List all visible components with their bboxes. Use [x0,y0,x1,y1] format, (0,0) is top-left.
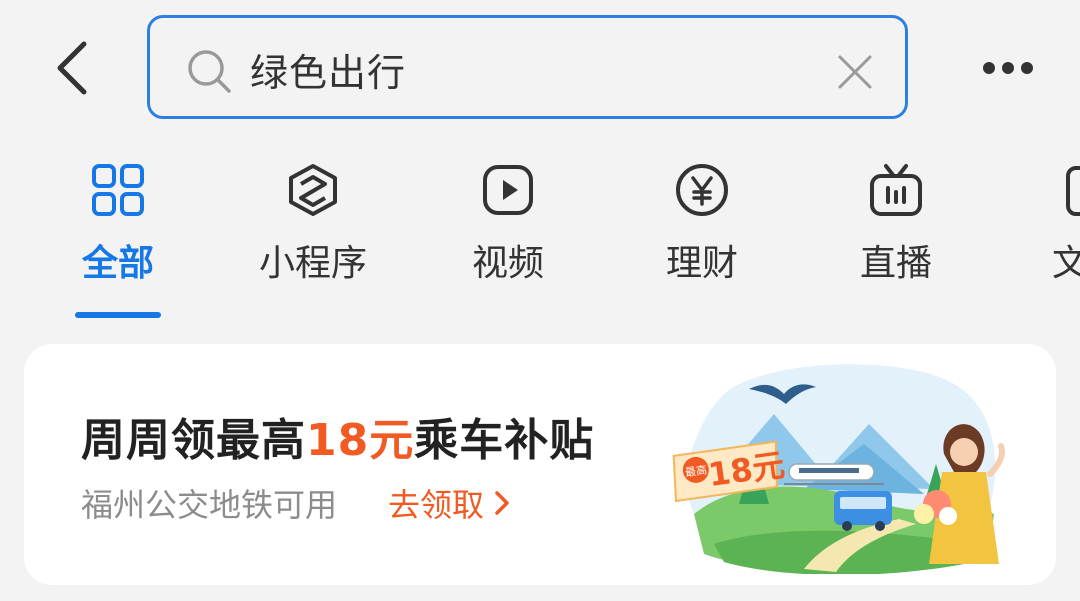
tab-live[interactable]: 直播 [816,160,976,300]
tab-label: 文 [1052,243,1080,284]
mini-program-icon [289,164,337,216]
tab-label: 视频 [471,243,544,284]
promo-illustration: 最高 18元 [672,364,1005,574]
more-options-button[interactable] [972,44,1044,92]
promo-title-amount: 18元 [306,415,415,466]
tab-article[interactable]: 文 [1010,160,1080,300]
search-box[interactable] [147,15,908,119]
claim-link[interactable]: 去领取 [388,480,510,526]
bus-icon [834,491,892,531]
video-play-icon [483,165,533,215]
promo-title-suffix: 乘车补贴 [414,415,595,466]
chevron-left-icon [57,41,87,95]
tab-mini-program[interactable]: 小程序 [233,160,393,300]
tab-label: 全部 [81,243,154,284]
tab-label: 直播 [859,243,932,284]
back-button[interactable] [40,32,104,104]
clear-search-icon[interactable] [835,52,875,92]
tab-label: 理财 [665,243,738,284]
promo-title-prefix: 周周领最高 [81,415,306,466]
tv-live-icon [870,164,922,216]
chevron-right-icon [495,491,509,515]
article-icon [1066,166,1080,216]
search-results-page: 全部 小程序 视频 理财 [0,0,1080,601]
promo-title: 周周领最高18元乘车补贴 [81,404,594,468]
tab-video[interactable]: 视频 [428,160,588,300]
tab-label: 小程序 [258,243,367,284]
search-icon [188,50,231,93]
search-input[interactable] [250,38,810,100]
claim-link-label: 去领取 [388,486,485,524]
grid-icon [92,164,144,216]
promo-subtitle: 福州公交地铁可用 [81,486,338,524]
promo-card[interactable]: 周周领最高18元乘车补贴 福州公交地铁可用 去领取 最高 18元 [24,344,1056,585]
active-tab-indicator [75,312,161,318]
tab-all[interactable]: 全部 [38,160,198,300]
more-dots-icon [983,62,1033,74]
tab-finance[interactable]: 理财 [622,160,782,300]
yen-icon [676,164,728,216]
